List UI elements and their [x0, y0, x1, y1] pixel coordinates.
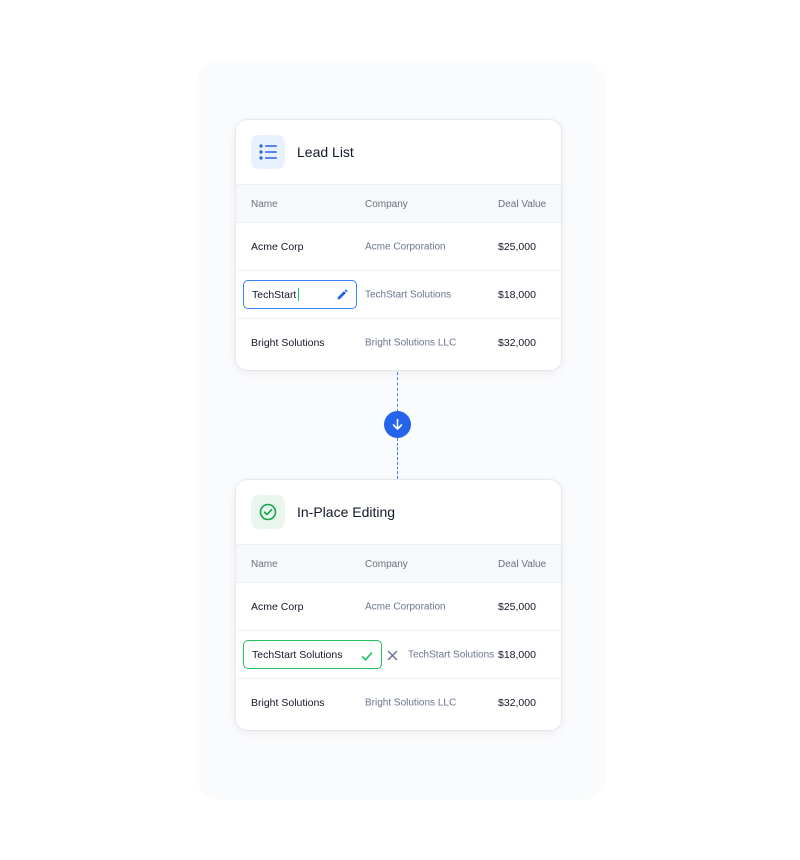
pencil-icon[interactable] — [336, 288, 348, 306]
lead-name: Bright Solutions — [251, 697, 325, 709]
lead-name: Acme Corp — [251, 240, 304, 253]
lead-deal-value: $32,000 — [498, 337, 536, 349]
lead-company: TechStart Solutions — [408, 649, 495, 660]
table-row-confirmed[interactable]: TechStart Solutions TechStart Solutions … — [236, 631, 561, 679]
table-row[interactable]: Bright Solutions Bright Solutions LLC $3… — [236, 679, 561, 727]
lead-list-header: Lead List — [236, 120, 561, 184]
lead-list-card: Lead List Name Company Deal Value Acme C… — [235, 119, 562, 371]
arrow-down-icon — [384, 411, 411, 438]
lead-list-column-header: Name Company Deal Value — [236, 184, 561, 223]
text-caret — [298, 288, 300, 301]
lead-deal-value: $32,000 — [498, 697, 536, 709]
column-company: Company — [365, 559, 408, 570]
in-place-editing-title: In-Place Editing — [297, 504, 396, 520]
lead-deal-value: $25,000 — [498, 600, 536, 613]
lead-deal-value: $25,000 — [498, 240, 536, 253]
lead-company: Bright Solutions LLC — [365, 337, 457, 349]
column-deal-value: Deal Value — [498, 559, 547, 570]
column-name: Name — [251, 199, 278, 210]
lead-company: Acme Corporation — [365, 241, 446, 252]
check-circle-icon — [251, 495, 285, 529]
in-place-editing-header: In-Place Editing — [236, 480, 561, 544]
edit-input-value: TechStart — [252, 288, 297, 301]
dashed-connector-bottom — [397, 438, 398, 479]
close-icon[interactable] — [387, 648, 398, 666]
name-edit-input[interactable]: TechStart — [243, 280, 357, 309]
table-row-editing[interactable]: TechStart TechStart Solutions $18,000 — [236, 271, 561, 319]
column-name: Name — [251, 559, 278, 570]
lead-name: Bright Solutions — [251, 337, 325, 349]
lead-company: Bright Solutions LLC — [365, 697, 457, 709]
column-deal-value: Deal Value — [498, 199, 547, 210]
table-row[interactable]: Bright Solutions Bright Solutions LLC $3… — [236, 319, 561, 367]
lead-list-title: Lead List — [297, 144, 354, 160]
lead-company: TechStart Solutions — [365, 289, 452, 300]
in-place-column-header: Name Company Deal Value — [236, 544, 561, 583]
lead-deal-value: $18,000 — [498, 648, 536, 661]
confirmed-input-value: TechStart Solutions — [252, 648, 343, 661]
dashed-connector-top — [397, 372, 398, 412]
table-row[interactable]: Acme Corp Acme Corporation $25,000 — [236, 583, 561, 631]
check-icon[interactable] — [361, 649, 373, 667]
lead-name: Acme Corp — [251, 600, 304, 613]
name-confirmed-input[interactable]: TechStart Solutions — [243, 640, 382, 669]
lead-company: Acme Corporation — [365, 601, 446, 612]
list-icon — [251, 135, 285, 169]
column-company: Company — [365, 199, 408, 210]
table-row[interactable]: Acme Corp Acme Corporation $25,000 — [236, 223, 561, 271]
in-place-editing-card: In-Place Editing Name Company Deal Value… — [235, 479, 562, 731]
lead-deal-value: $18,000 — [498, 288, 536, 301]
